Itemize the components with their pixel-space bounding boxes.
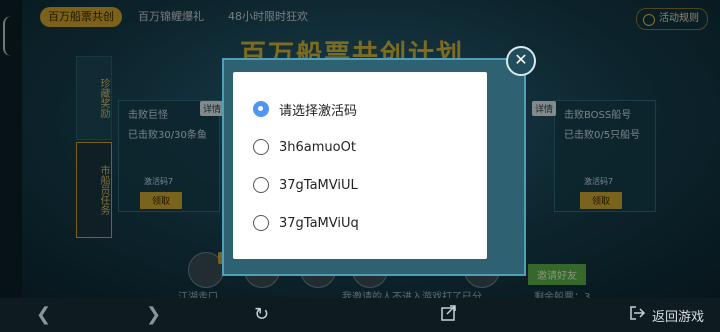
option-label: 3h6amuoOt [279, 139, 356, 155]
option-2[interactable]: 3h6amuoOt [253, 134, 356, 160]
radio-icon [253, 177, 269, 193]
option-3[interactable]: 37gTaMViUL [253, 172, 358, 198]
activation-code-dialog: 请选择激活码 3h6amuoOt 37gTaMViUL 37gTaMViUq [233, 72, 487, 259]
option-label: 37gTaMViUq [279, 215, 359, 231]
return-game-label[interactable]: 返回游戏 [652, 306, 704, 325]
exit-icon[interactable] [628, 304, 646, 326]
bottom-navbar: ❮ ❯ ↻ 返回游戏 [0, 298, 720, 332]
back-icon[interactable]: ❮ [36, 304, 51, 326]
option-1[interactable]: 请选择激活码 [253, 96, 357, 122]
radio-icon [253, 215, 269, 231]
refresh-icon[interactable]: ↻ [254, 304, 269, 326]
radio-icon [253, 139, 269, 155]
option-label: 请选择激活码 [279, 103, 358, 119]
share-icon[interactable] [440, 304, 458, 326]
close-icon[interactable]: ✕ [506, 46, 536, 76]
radio-checked-icon [253, 101, 269, 117]
option-4[interactable]: 37gTaMViUq [253, 210, 359, 236]
option-label: 37gTaMViUL [279, 177, 358, 193]
forward-icon[interactable]: ❯ [146, 304, 161, 326]
